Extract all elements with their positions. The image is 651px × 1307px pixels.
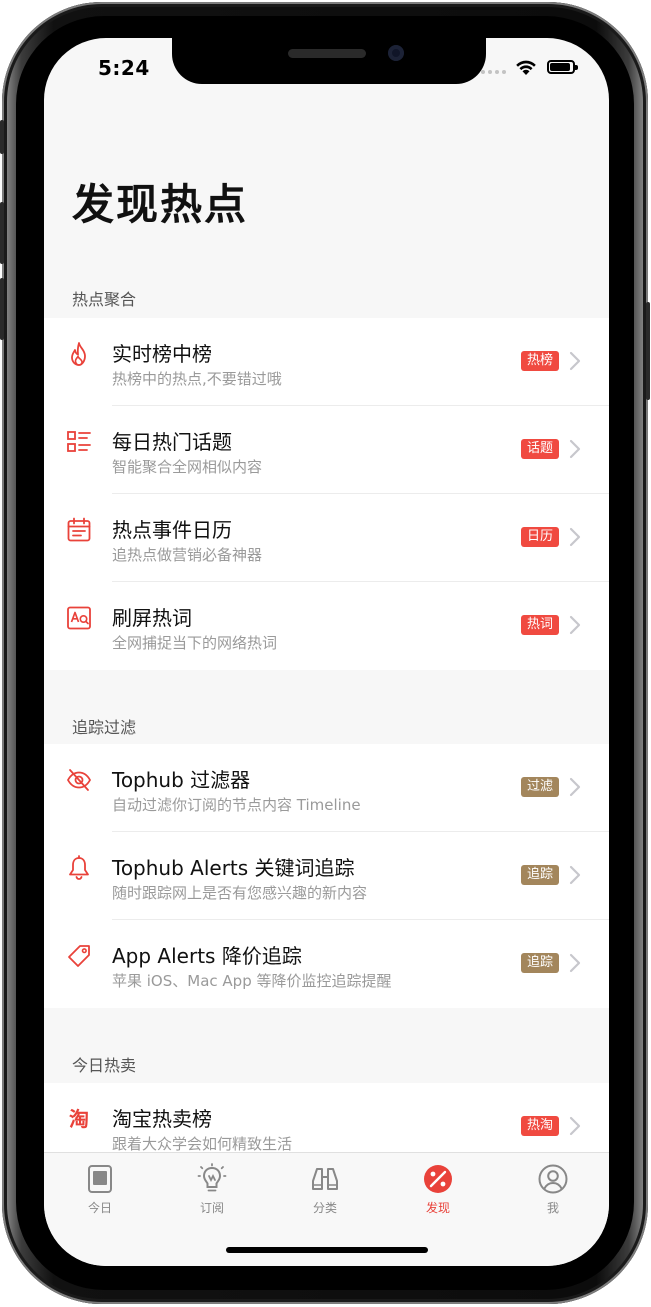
camera-icon [388,45,404,61]
notch [172,38,486,84]
taobao-icon: 淘 [69,1107,89,1131]
signal-icon [481,70,506,74]
tab-label: 今日 [87,1201,112,1215]
chevron-right-icon [569,777,581,797]
list-item-title: 每日热门话题 [112,430,232,454]
screen: 5:24 发现热点 热点聚合 实时榜中榜 热榜中的热点,不要错过哦 热榜 每日热… [44,38,609,1266]
power-button [646,302,650,400]
list-icon [67,431,91,452]
tab-label: 发现 [425,1201,450,1215]
list-item-keyword-alerts[interactable]: Tophub Alerts 关键词追踪 随时跟踪网上是否有您感兴趣的新内容 追踪 [44,832,609,920]
item-badge: 追踪 [520,953,559,973]
list-item-trending-words[interactable]: 刷屏热词 全网捕捉当下的网络热词 热词 [44,582,609,670]
tab-label: 订阅 [199,1201,224,1215]
tab-discover[interactable]: 发现 [398,1163,478,1216]
item-badge: 热榜 [520,351,559,371]
tab-today[interactable]: 今日 [60,1163,140,1216]
chevron-right-icon [569,351,581,371]
section-label-hot-sales: 今日热卖 [72,1056,137,1075]
word-search-icon [67,606,91,630]
bell-icon [69,855,89,880]
item-badge: 过滤 [520,777,559,797]
tab-label: 我 [546,1201,559,1215]
tab-me[interactable]: 我 [513,1163,593,1216]
chevron-right-icon [569,527,581,547]
status-time: 5:24 [98,56,150,80]
chevron-right-icon [569,1116,581,1136]
section-label-tracking: 追踪过滤 [72,718,137,737]
section-aggregation: 实时榜中榜 热榜中的热点,不要错过哦 热榜 每日热门话题 智能聚合全网相似内容 … [44,318,609,670]
status-bar: 5:24 [44,38,609,108]
item-badge: 追踪 [520,865,559,885]
list-item-hot-rankings[interactable]: 实时榜中榜 热榜中的热点,不要错过哦 热榜 [44,318,609,406]
tab-subscribe[interactable]: 订阅 [172,1163,252,1216]
list-item-title: 刷屏热词 [112,606,192,630]
list-item-title: 实时榜中榜 [112,342,212,366]
list-item-event-calendar[interactable]: 热点事件日历 追热点做营销必备神器 日历 [44,494,609,582]
chevron-right-icon [569,615,581,635]
list-item-title: Tophub 过滤器 [112,768,251,792]
list-item-app-price-alerts[interactable]: App Alerts 降价追踪 苹果 iOS、Mac App 等降价监控追踪提醒… [44,920,609,1008]
chevron-right-icon [569,865,581,885]
chevron-right-icon [569,439,581,459]
item-badge: 热词 [520,615,559,635]
list-item-daily-topics[interactable]: 每日热门话题 智能聚合全网相似内容 话题 [44,406,609,494]
list-item-tophub-filter[interactable]: Tophub 过滤器 自动过滤你订阅的节点内容 Timeline 过滤 [44,744,609,832]
list-item-subtitle: 追热点做营销必备神器 [112,546,263,564]
list-item-title: Tophub Alerts 关键词追踪 [112,856,355,880]
list-item-subtitle: 随时跟踪网上是否有您感兴趣的新内容 [112,884,368,902]
list-item-title: App Alerts 降价追踪 [112,944,302,968]
wifi-icon [516,60,536,75]
speaker [288,49,366,58]
page-title: 发现热点 [72,180,249,229]
section-label-aggregation: 热点聚合 [72,290,137,309]
item-badge: 热淘 [520,1116,559,1136]
binoculars-icon [312,1168,338,1190]
list-item-title: 淘宝热卖榜 [112,1107,212,1131]
tab-categories[interactable]: 分类 [285,1163,365,1216]
section-tracking: Tophub 过滤器 自动过滤你订阅的节点内容 Timeline 过滤 Toph… [44,744,609,1008]
list-item-subtitle: 热榜中的热点,不要错过哦 [112,370,282,388]
item-badge: 话题 [520,439,559,459]
list-item-subtitle: 苹果 iOS、Mac App 等降价监控追踪提醒 [112,972,392,990]
list-item-subtitle: 智能聚合全网相似内容 [112,458,263,476]
list-item-subtitle: 跟着大众学会如何精致生活 [112,1135,293,1153]
home-indicator[interactable] [226,1247,428,1253]
tab-label: 分类 [312,1201,337,1215]
discover-icon [424,1165,452,1193]
battery-icon [547,60,578,74]
flame-icon [71,342,86,366]
volume-up-button [0,202,4,264]
price-tag-icon [68,945,90,967]
list-item-subtitle: 全网捕捉当下的网络热词 [112,634,278,652]
chevron-right-icon [569,953,581,973]
profile-icon [538,1164,568,1194]
list-item-subtitle: 自动过滤你订阅的节点内容 Timeline [112,796,361,814]
calendar-icon [67,517,91,542]
bulb-icon [197,1163,227,1192]
eye-off-icon [66,769,92,791]
item-badge: 日历 [520,527,559,547]
mute-switch [0,120,4,154]
list-item-title: 热点事件日历 [112,518,232,542]
volume-down-button [0,278,4,340]
today-icon [88,1165,112,1193]
